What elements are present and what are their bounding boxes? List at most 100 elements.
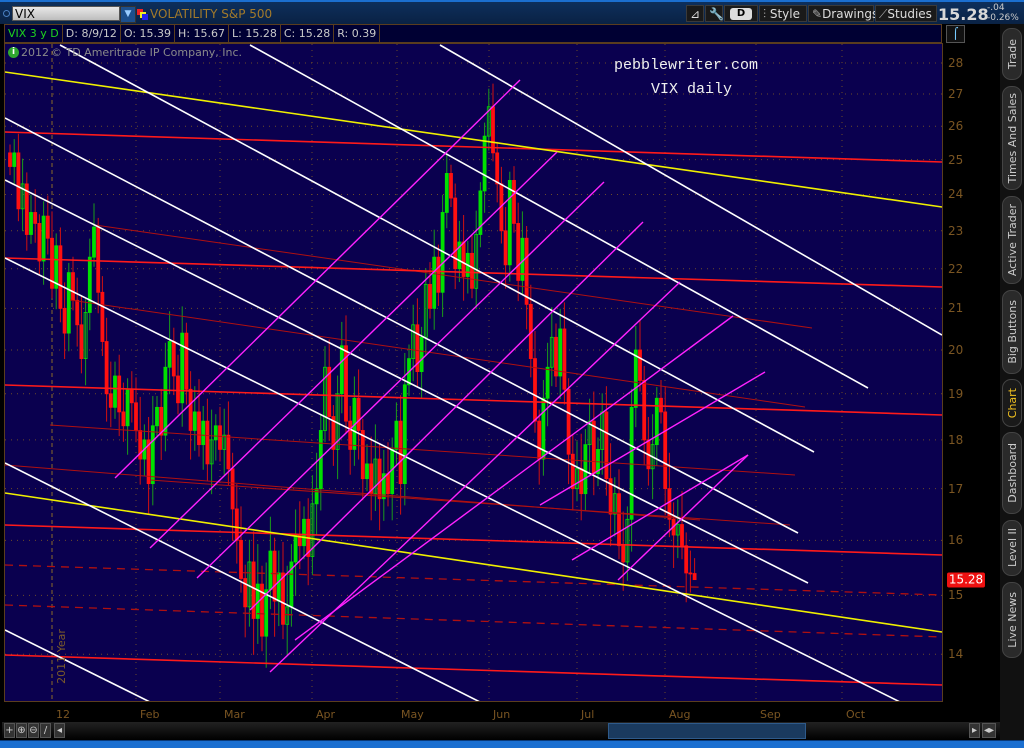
price-axis[interactable]: 15.28 28 27 26 25 24 23 22 21 20 19 18 17 16 15 14: [943, 43, 1000, 702]
candle[interactable]: [461, 214, 466, 301]
dashed-red-trendline[interactable]: [5, 604, 942, 638]
candle[interactable]: [318, 415, 323, 511]
candle[interactable]: [87, 238, 92, 331]
scroll-right-arrow[interactable]: ▸: [969, 723, 980, 738]
candle[interactable]: [66, 262, 71, 352]
candle[interactable]: [24, 172, 29, 251]
candle[interactable]: [155, 396, 159, 438]
candle[interactable]: [587, 398, 592, 475]
candle[interactable]: [234, 484, 239, 564]
candle[interactable]: [121, 382, 126, 442]
candle[interactable]: [306, 498, 311, 586]
expand-icon[interactable]: ◂▸: [982, 723, 996, 738]
chart-scrollbar[interactable]: + ⊕ ⊖ / ◂ ▸ ◂▸: [2, 722, 1000, 740]
candle[interactable]: [50, 211, 54, 299]
side-tab-active-trader[interactable]: Active Trader: [1002, 196, 1022, 284]
side-tab-live-news[interactable]: Live News: [1002, 582, 1022, 658]
candle[interactable]: [113, 361, 117, 419]
candle[interactable]: [314, 452, 319, 536]
candle[interactable]: [335, 375, 340, 480]
candle[interactable]: [167, 311, 172, 395]
drawing-line-icon[interactable]: /: [40, 723, 51, 738]
candle[interactable]: [411, 304, 416, 382]
candle[interactable]: [58, 227, 63, 323]
candle[interactable]: [570, 434, 575, 511]
magenta-channel-line[interactable]: [617, 454, 749, 581]
candle[interactable]: [654, 387, 659, 466]
candle[interactable]: [436, 244, 441, 306]
red-trendline[interactable]: [5, 654, 942, 686]
candle[interactable]: [62, 282, 67, 360]
side-tab-chart[interactable]: Chart: [1002, 379, 1022, 427]
candle[interactable]: [394, 402, 399, 466]
side-tab-level-ii[interactable]: Level II: [1002, 520, 1022, 576]
candle[interactable]: [100, 276, 105, 357]
candle[interactable]: [415, 298, 420, 387]
candle[interactable]: [629, 388, 634, 552]
candle[interactable]: [512, 166, 516, 233]
candle[interactable]: [54, 233, 59, 310]
candle[interactable]: [449, 164, 453, 208]
candle[interactable]: [360, 418, 365, 501]
candle[interactable]: [260, 565, 264, 652]
candle[interactable]: [549, 307, 554, 387]
candle[interactable]: [138, 396, 143, 485]
red-trendline[interactable]: [5, 131, 942, 163]
time-axis[interactable]: 12 Feb Mar Apr May Jun Jul Aug Sep Oct: [0, 702, 1000, 722]
side-tab-big-buttons[interactable]: Big Buttons: [1002, 290, 1022, 374]
candle[interactable]: [671, 502, 676, 568]
candle[interactable]: [180, 306, 185, 427]
candle[interactable]: [348, 405, 353, 475]
candle[interactable]: [352, 376, 357, 466]
candle[interactable]: [188, 371, 193, 460]
candle[interactable]: [218, 406, 222, 462]
candle[interactable]: [566, 378, 571, 485]
candle[interactable]: [541, 379, 546, 476]
candle[interactable]: [163, 342, 168, 452]
candle[interactable]: [37, 214, 42, 275]
candle[interactable]: [75, 277, 80, 347]
candle[interactable]: [134, 377, 138, 443]
candle[interactable]: [369, 436, 374, 521]
candle[interactable]: [159, 388, 164, 461]
candle[interactable]: [285, 565, 290, 656]
candle[interactable]: [205, 398, 210, 481]
candle[interactable]: [222, 408, 227, 475]
candle[interactable]: [524, 225, 529, 330]
white-channel-line[interactable]: [5, 629, 150, 702]
candle[interactable]: [12, 139, 17, 185]
candle[interactable]: [684, 532, 689, 603]
candle[interactable]: [302, 506, 306, 560]
candle[interactable]: [465, 240, 470, 294]
candle[interactable]: [243, 564, 248, 638]
candle[interactable]: [621, 511, 626, 591]
candle[interactable]: [688, 550, 693, 593]
candle[interactable]: [432, 229, 437, 330]
candle[interactable]: [171, 327, 176, 396]
candle[interactable]: [344, 315, 348, 433]
scroll-thumb[interactable]: [608, 723, 806, 739]
candle[interactable]: [92, 203, 96, 267]
candle[interactable]: [96, 217, 101, 314]
candle[interactable]: [41, 201, 46, 285]
candle[interactable]: [365, 444, 369, 492]
candle[interactable]: [558, 308, 563, 400]
red-trendline[interactable]: [5, 524, 942, 556]
candle[interactable]: [545, 342, 550, 427]
candle[interactable]: [8, 144, 12, 176]
candle[interactable]: [33, 189, 38, 243]
info-icon[interactable]: i: [8, 47, 19, 58]
candle[interactable]: [554, 323, 558, 388]
candle[interactable]: [176, 354, 180, 415]
candle[interactable]: [16, 133, 21, 222]
zoom-in-icon[interactable]: ⊕: [16, 723, 27, 738]
candle[interactable]: [83, 299, 88, 386]
candle[interactable]: [184, 322, 189, 405]
chart-scale-icon[interactable]: ⌠: [946, 25, 965, 43]
candle[interactable]: [108, 361, 113, 428]
candle[interactable]: [373, 424, 378, 512]
candle[interactable]: [440, 194, 445, 317]
yellow-trendline[interactable]: [5, 71, 942, 208]
candle[interactable]: [444, 151, 449, 229]
candle[interactable]: [520, 211, 525, 294]
